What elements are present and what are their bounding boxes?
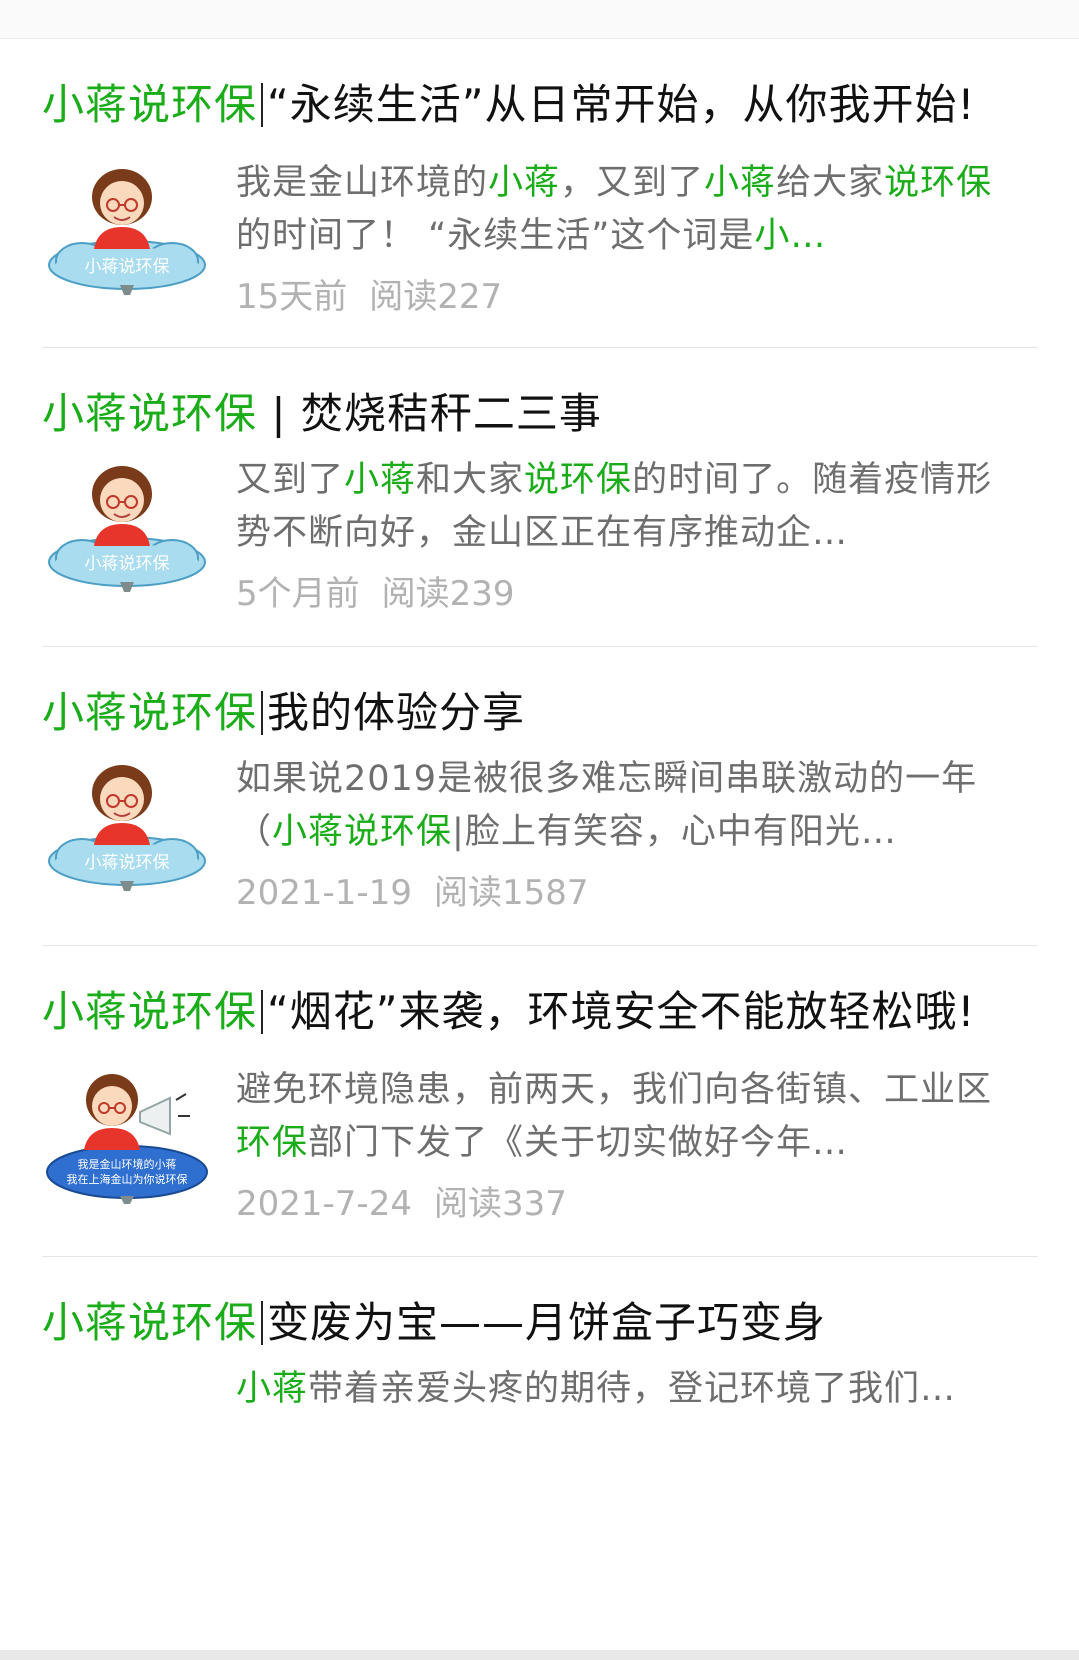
result-title[interactable]: 小蒋说环保 我的体验分享: [42, 683, 998, 743]
result-body: 小蒋说环保 我是金山环境的小蒋，又到了小蒋给大家说环保的时间了！ “永续生活”这…: [42, 157, 998, 317]
title-separator: [261, 691, 264, 735]
title-separator: [261, 1301, 264, 1345]
title-highlight: 小蒋说环保: [42, 987, 258, 1036]
result-text: 我是金山环境的小蒋，又到了小蒋给大家说环保的时间了！ “永续生活”这个词是小… …: [236, 157, 998, 317]
cartoon-avatar-icon: 小蒋说环保: [42, 157, 212, 307]
result-item[interactable]: 小蒋说环保 | 焚烧秸秆二三事 小蒋说环保 又到了小蒋和大家说环保的时间了。随着…: [42, 348, 1038, 647]
results-list: 小蒋说环保 “永续生活”从日常开始，从你我开始! 小蒋说环保 我是金山环境的小蒋…: [0, 39, 1079, 1416]
cartoon-avatar-icon: 小蒋说环保: [42, 753, 212, 903]
search-results-page: 小蒋说环保 “永续生活”从日常开始，从你我开始! 小蒋说环保 我是金山环境的小蒋…: [0, 0, 1079, 1660]
title-separator: [261, 990, 264, 1034]
article-thumbnail: 小蒋说环保: [42, 753, 212, 903]
svg-text:我在上海金山为你说环保: 我在上海金山为你说环保: [67, 1172, 188, 1186]
svg-text:小蒋说环保: 小蒋说环保: [85, 554, 170, 574]
title-highlight: 小蒋说环保: [42, 688, 258, 737]
title-text: 变废为宝——月饼盒子巧变身: [267, 1298, 827, 1347]
read-count: 阅读239: [381, 574, 515, 614]
title-highlight: 小蒋说环保: [42, 389, 258, 438]
read-count: 阅读227: [369, 277, 503, 317]
publish-time: 2021-7-24: [236, 1184, 412, 1224]
publish-time: 5个月前: [236, 574, 360, 614]
article-thumbnail: 小蒋说环保: [42, 454, 212, 604]
result-title[interactable]: 小蒋说环保 | 焚烧秸秆二三事: [42, 384, 998, 444]
result-title[interactable]: 小蒋说环保 变废为宝——月饼盒子巧变身: [42, 1293, 998, 1353]
cartoon-avatar-icon: 小蒋说环保: [42, 454, 212, 604]
result-meta: 2021-7-24 阅读337: [236, 1184, 998, 1224]
cartoon-megaphone-avatar-icon: 我是金山环境的小蒋 我在上海金山为你说环保: [42, 1064, 212, 1214]
title-text: | 焚烧秸秆二三事: [257, 389, 602, 438]
result-item[interactable]: 小蒋说环保 变废为宝——月饼盒子巧变身 小蒋带着亲爱头疼的期待，登记环境了我们…: [42, 1257, 1038, 1416]
result-text: 又到了小蒋和大家说环保的时间了。随着疫情形势不断向好，金山区正在有序推动企… 5…: [236, 454, 998, 614]
result-meta: 15天前 阅读227: [236, 277, 998, 317]
svg-text:小蒋说环保: 小蒋说环保: [85, 257, 170, 277]
result-item[interactable]: 小蒋说环保 “永续生活”从日常开始，从你我开始! 小蒋说环保 我是金山环境的小蒋…: [42, 39, 1038, 348]
svg-text:小蒋说环保: 小蒋说环保: [85, 853, 170, 873]
result-summary: 小蒋带着亲爱头疼的期待，登记环境了我们…: [236, 1369, 957, 1409]
result-title[interactable]: 小蒋说环保 “永续生活”从日常开始，从你我开始!: [42, 75, 998, 135]
article-thumbnail: [42, 1363, 212, 1403]
title-separator: [261, 83, 264, 127]
title-text: “永续生活”从日常开始，从你我开始!: [267, 80, 976, 129]
result-meta: 2021-1-19 阅读1587: [236, 873, 998, 913]
publish-time: 15天前: [236, 277, 348, 317]
result-body: 我是金山环境的小蒋 我在上海金山为你说环保 避免环境隐患，前两天，我们向各街镇、…: [42, 1064, 998, 1224]
title-highlight: 小蒋说环保: [42, 1298, 258, 1347]
result-body: 小蒋说环保 又到了小蒋和大家说环保的时间了。随着疫情形势不断向好，金山区正在有序…: [42, 454, 998, 614]
title-text: “烟花”来袭，环境安全不能放轻松哦!: [267, 987, 976, 1036]
result-body: 小蒋说环保 如果说2019是被很多难忘瞬间串联激动的一年（小蒋说环保|脸上有笑容…: [42, 753, 998, 913]
title-text: 我的体验分享: [267, 688, 526, 737]
result-body: 小蒋带着亲爱头疼的期待，登记环境了我们…: [42, 1363, 998, 1416]
article-thumbnail: 小蒋说环保: [42, 157, 212, 307]
bottom-edge: [0, 1650, 1079, 1660]
result-summary: 避免环境隐患，前两天，我们向各街镇、工业区环保部门下发了《关于切实做好今年…: [236, 1070, 993, 1163]
result-summary: 又到了小蒋和大家说环保的时间了。随着疫情形势不断向好，金山区正在有序推动企…: [236, 460, 993, 553]
result-text: 如果说2019是被很多难忘瞬间串联激动的一年（小蒋说环保|脸上有笑容，心中有阳光…: [236, 753, 998, 913]
read-count: 阅读1587: [433, 873, 589, 913]
result-title[interactable]: 小蒋说环保 “烟花”来袭，环境安全不能放轻松哦!: [42, 982, 998, 1042]
svg-text:我是金山环境的小蒋: 我是金山环境的小蒋: [78, 1157, 177, 1171]
result-summary: 如果说2019是被很多难忘瞬间串联激动的一年（小蒋说环保|脸上有笑容，心中有阳光…: [236, 759, 978, 852]
publish-time: 2021-1-19: [236, 873, 412, 913]
result-item[interactable]: 小蒋说环保 “烟花”来袭，环境安全不能放轻松哦! 我是金山环境的小蒋 我在上海金…: [42, 946, 1038, 1257]
result-item[interactable]: 小蒋说环保 我的体验分享 小蒋说环保 如果说2019是被很多难忘瞬间串联激动的一…: [42, 647, 1038, 946]
result-summary: 我是金山环境的小蒋，又到了小蒋给大家说环保的时间了！ “永续生活”这个词是小…: [236, 163, 993, 256]
top-bar: [0, 0, 1079, 39]
result-meta: 5个月前 阅读239: [236, 574, 998, 614]
result-text: 避免环境隐患，前两天，我们向各街镇、工业区环保部门下发了《关于切实做好今年… 2…: [236, 1064, 998, 1224]
result-text: 小蒋带着亲爱头疼的期待，登记环境了我们…: [236, 1363, 998, 1416]
read-count: 阅读337: [433, 1184, 567, 1224]
article-thumbnail: 我是金山环境的小蒋 我在上海金山为你说环保: [42, 1064, 212, 1214]
title-highlight: 小蒋说环保: [42, 80, 258, 129]
